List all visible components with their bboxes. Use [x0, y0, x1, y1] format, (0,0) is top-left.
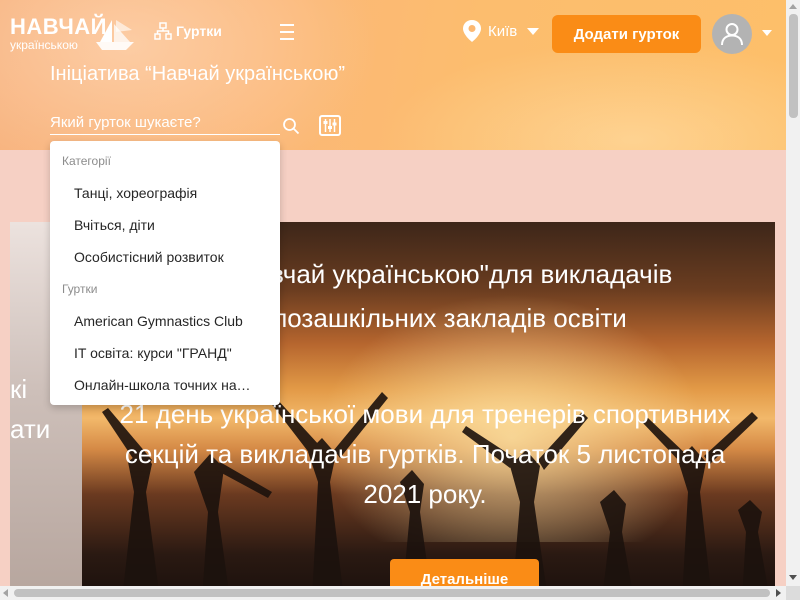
- banner-text-line: 2021 року.: [363, 479, 487, 509]
- vertical-scrollbar-thumb[interactable]: [789, 14, 798, 118]
- user-icon: [721, 23, 743, 46]
- search-input[interactable]: [50, 111, 280, 133]
- scroll-right-arrow-icon[interactable]: [776, 589, 781, 597]
- logo-subtitle: українською: [10, 38, 78, 52]
- city-selector[interactable]: Київ: [462, 19, 540, 43]
- logo[interactable]: НАВЧАЙ українською: [8, 14, 134, 54]
- scroll-up-arrow-icon[interactable]: [789, 4, 797, 9]
- banner-prev-text: кі: [10, 374, 28, 404]
- hamburger-menu-icon[interactable]: [280, 24, 294, 44]
- dropdown-club-item[interactable]: American Gymnastics Club: [50, 305, 280, 337]
- scrollbar-corner: [786, 586, 800, 600]
- search-field: [50, 111, 280, 135]
- dropdown-category-item[interactable]: Вчіться, діти: [50, 209, 280, 241]
- initiative-title: Ініціатива “Навчай українською”: [50, 63, 346, 85]
- search-suggestions-dropdown: Категорії Танці, хореографія Вчіться, ді…: [50, 141, 280, 405]
- city-label: Київ: [488, 22, 518, 40]
- clubs-hierarchy-icon: [154, 22, 172, 40]
- banner-text-line: секцій та викладачів гуртків. Початок 5 …: [124, 439, 726, 469]
- add-club-button[interactable]: Додати гурток: [552, 15, 701, 53]
- dropdown-club-item[interactable]: Онлайн-школа точних наук "Prime": [50, 369, 280, 401]
- banner-prev-text: ати: [10, 414, 51, 444]
- nav-clubs-link[interactable]: Гуртки: [154, 22, 222, 40]
- location-pin-icon: [463, 20, 481, 42]
- dropdown-category-item[interactable]: Особистісний розвиток: [50, 241, 280, 273]
- horizontal-scrollbar-thumb[interactable]: [14, 589, 770, 597]
- scroll-left-arrow-icon[interactable]: [3, 589, 8, 597]
- nav-clubs-label: Гуртки: [176, 23, 222, 39]
- dropdown-group-label: Гуртки: [62, 282, 98, 296]
- dropdown-club-item[interactable]: IT освіта: курси "ГРАНД": [50, 337, 280, 369]
- chevron-down-icon: [527, 27, 540, 35]
- filter-sliders-icon: [323, 119, 337, 132]
- scroll-down-arrow-icon[interactable]: [789, 575, 797, 580]
- dropdown-category-item[interactable]: Танці, хореографія: [50, 177, 280, 209]
- filter-icon[interactable]: [319, 115, 341, 136]
- search-icon[interactable]: [282, 117, 300, 135]
- avatar[interactable]: [712, 14, 752, 54]
- user-menu-chevron-icon[interactable]: [762, 30, 772, 36]
- logo-title: НАВЧАЙ: [10, 14, 107, 39]
- banner-description: 21 день української мови для тренерів сп…: [80, 394, 770, 514]
- origami-boat-icon: [96, 20, 134, 50]
- dropdown-group-label: Категорії: [62, 154, 111, 168]
